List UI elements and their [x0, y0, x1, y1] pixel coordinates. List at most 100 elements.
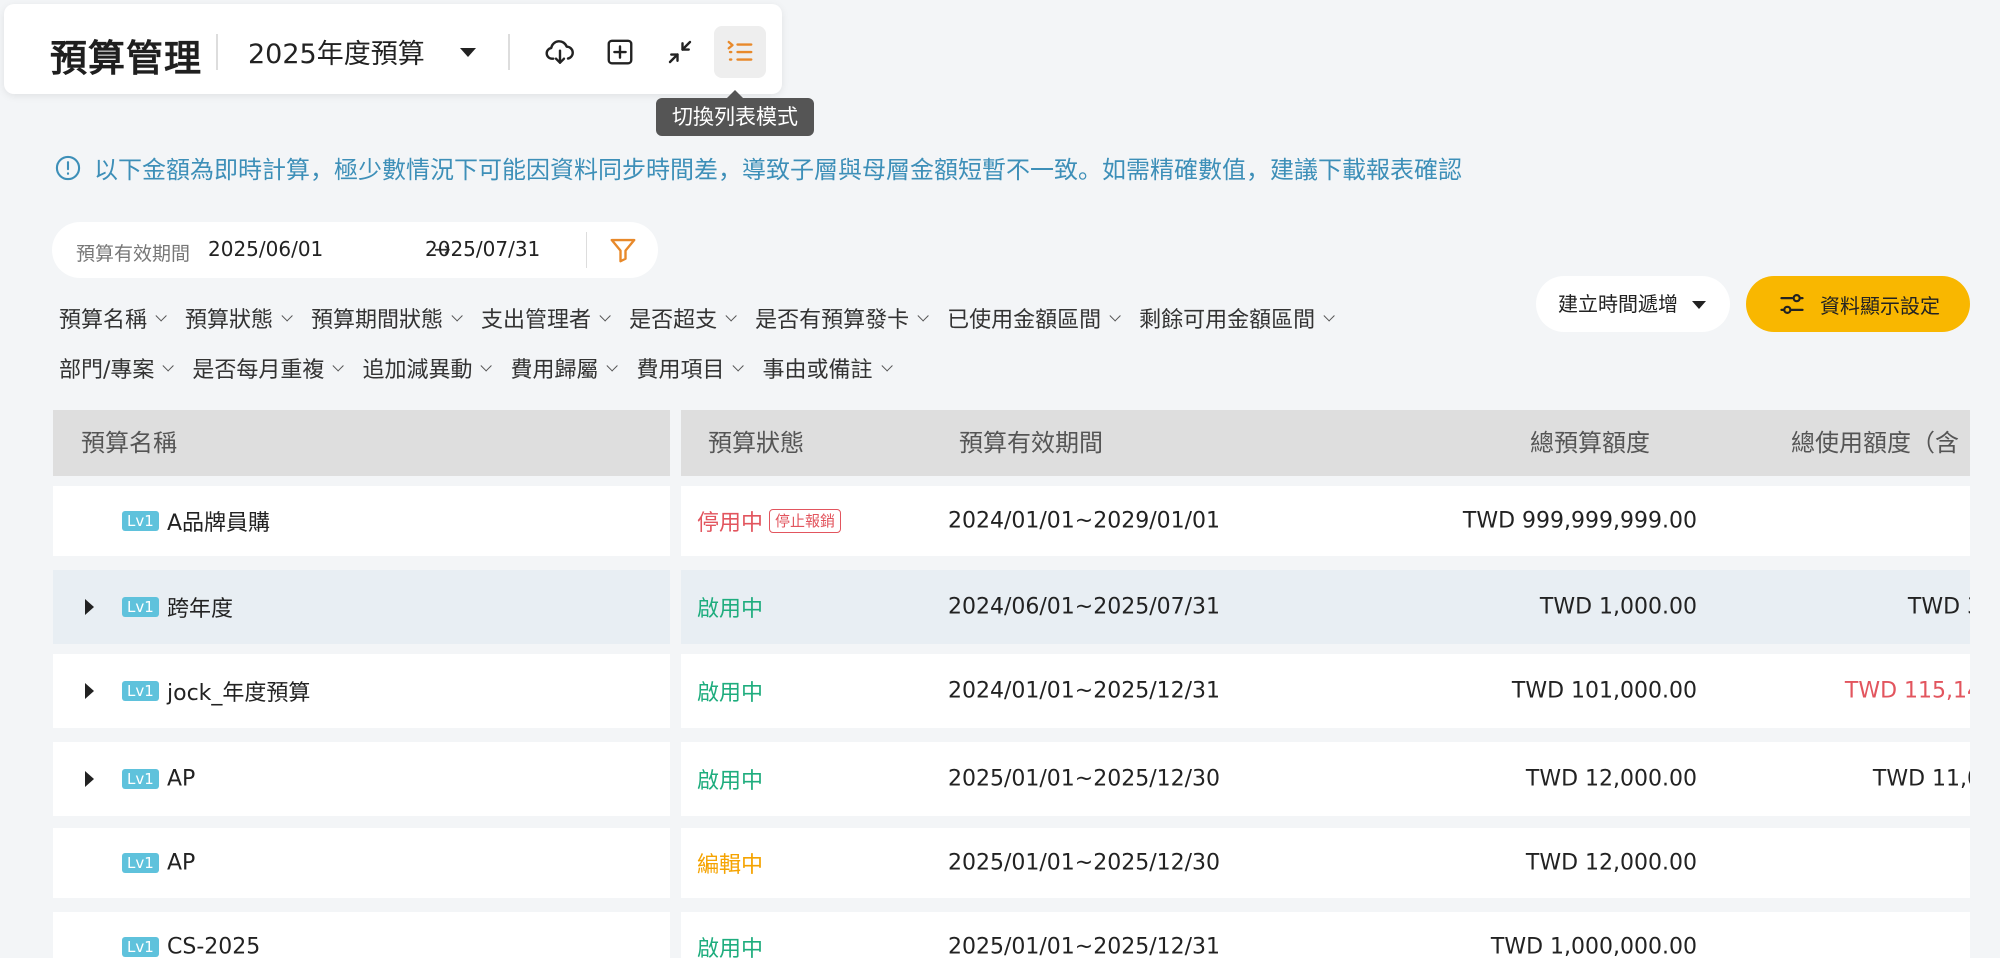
add-button[interactable] [594, 26, 646, 78]
level-badge: Lv1 [122, 937, 159, 957]
period-cell: 2025/01/01~2025/12/30 [948, 850, 1221, 876]
filter-chip[interactable]: 追加減異動 [362, 352, 493, 384]
status-cell: 啟用中 [697, 763, 763, 795]
chevron-down-icon [1109, 310, 1121, 322]
status-cell: 啟用中 [697, 675, 763, 707]
filter-chip-label: 支出管理者 [481, 308, 592, 333]
total-budget-cell: TWD 12,000.00 [1525, 766, 1697, 792]
status-text: 啟用中 [697, 681, 764, 706]
level-badge: Lv1 [122, 769, 159, 789]
status-text: 啟用中 [697, 937, 764, 958]
end-date-input[interactable]: 2025/07/31 [425, 237, 540, 261]
chevron-down-icon [725, 310, 737, 322]
filter-chip[interactable]: 預算期間狀態 [311, 302, 463, 334]
year-select[interactable]: 2025年度預算 [248, 32, 425, 71]
filter-chip[interactable]: 費用項目 [636, 352, 745, 384]
status-text: 停用中 [697, 511, 764, 536]
used-amount-cell: TWD 115,14 [1844, 678, 1970, 704]
table-row[interactable]: Lv1 跨年度 啟用中 2024/06/01~2025/07/31 TWD 1,000.… [0, 570, 2000, 644]
filter-chip-label: 已使用金額區間 [947, 308, 1102, 333]
filter-chip[interactable]: 已使用金額區間 [947, 302, 1121, 334]
budget-name[interactable]: A品牌員購 [167, 505, 270, 537]
table-header-right: 預算狀態 預算有效期間 總預算額度 總使用額度（含 [681, 410, 1970, 476]
chevron-down-icon [1323, 310, 1335, 322]
column-header-total[interactable]: 總預算額度 [1530, 410, 1650, 476]
expand-caret-icon[interactable] [85, 599, 94, 615]
filter-chip-label: 預算狀態 [185, 308, 274, 333]
chevron-down-icon [451, 310, 463, 322]
display-settings-button[interactable]: 資料顯示設定 [1746, 276, 1970, 332]
row-detail-cell: 啟用中 2024/06/01~2025/07/31 TWD 1,000.00 TWD … [681, 570, 1970, 644]
status-text: 啟用中 [697, 597, 764, 622]
level-badge: Lv1 [122, 597, 159, 617]
filter-chip[interactable]: 是否每月重複 [192, 352, 345, 384]
used-amount-cell: TWD 3 [1907, 594, 1970, 620]
table-row[interactable]: Lv1 AP 編輯中 2025/01/01~2025/12/30 TWD 12,000.… [0, 828, 2000, 898]
start-date-input[interactable]: 2025/06/01 [208, 237, 323, 261]
filter-chip-label: 費用歸屬 [510, 358, 599, 383]
filter-chip[interactable]: 部門/專案 [59, 352, 175, 384]
row-name-cell: Lv1 A品牌員購 [53, 486, 670, 556]
table-row[interactable]: Lv1 jock_年度預算 啟用中 2024/01/01~2025/12/31 TWD … [0, 654, 2000, 728]
total-budget-cell: TWD 999,999,999.00 [1462, 508, 1697, 534]
status-text: 編輯中 [697, 853, 764, 878]
row-detail-cell: 啟用中 2024/01/01~2025/12/31 TWD 101,000.00 TW… [681, 654, 1970, 728]
total-budget-cell: TWD 1,000.00 [1539, 594, 1697, 620]
filter-chip-label: 追加減異動 [362, 358, 473, 383]
filter-icon[interactable] [608, 235, 638, 269]
period-cell: 2024/01/01~2029/01/01 [948, 508, 1221, 534]
filter-row-1: 預算名稱 預算狀態 預算期間狀態 支出管理者 是否超支 是否有預算發卡 已使用金額區間 剩餘可… [59, 302, 1353, 334]
chevron-down-icon [732, 360, 745, 372]
header-card: 預算管理 2025年度預算 [4, 4, 782, 94]
filter-chip[interactable]: 是否有預算發卡 [755, 302, 929, 334]
chevron-down-icon [281, 310, 293, 322]
filter-chip[interactable]: 費用歸屬 [510, 352, 619, 384]
filter-chip[interactable]: 預算狀態 [185, 302, 293, 334]
used-amount-cell: TWD 11,0 [1872, 766, 1970, 792]
row-name-cell: Lv1 AP [53, 742, 670, 816]
display-settings-label: 資料顯示設定 [1820, 293, 1940, 318]
notice-text: 以下金額為即時計算，極少數情況下可能因資料同步時間差，導致子層與母層金額短暫不一… [94, 156, 1462, 184]
filter-chip[interactable]: 支出管理者 [481, 302, 611, 334]
row-name-cell: Lv1 CS-2025 [53, 912, 670, 958]
level-badge: Lv1 [122, 681, 159, 701]
filter-chip-label: 事由或備註 [762, 358, 873, 383]
filter-chip-label: 是否超支 [629, 308, 718, 333]
budget-name[interactable]: jock_年度預算 [167, 675, 310, 707]
filter-chip[interactable]: 是否超支 [629, 302, 737, 334]
filter-chip[interactable]: 預算名稱 [59, 302, 167, 334]
plus-square-icon [607, 39, 633, 65]
row-name-cell: Lv1 jock_年度預算 [53, 654, 670, 728]
expand-caret-icon[interactable] [85, 683, 94, 699]
column-header-name[interactable]: 預算名稱 [81, 410, 177, 476]
chevron-down-icon [1692, 301, 1706, 309]
filter-chip[interactable]: 剩餘可用金額區間 [1139, 302, 1335, 334]
column-header-status[interactable]: 預算狀態 [708, 410, 804, 476]
info-icon [54, 154, 82, 182]
period-cell: 2024/06/01~2025/07/31 [948, 594, 1221, 620]
level-badge: Lv1 [122, 511, 159, 531]
filter-chip[interactable]: 事由或備註 [762, 352, 893, 384]
expand-caret-icon[interactable] [85, 771, 94, 787]
filter-chip-label: 預算名稱 [59, 308, 148, 333]
collapse-button[interactable] [654, 26, 706, 78]
filter-chip-label: 費用項目 [636, 358, 725, 383]
filter-chip-label: 是否每月重複 [192, 358, 325, 383]
table-row[interactable]: Lv1 CS-2025 啟用中 2025/01/01~2025/12/31 TWD 1,… [0, 912, 2000, 958]
list-mode-button[interactable] [714, 26, 766, 78]
budget-name[interactable]: AP [167, 767, 195, 792]
column-header-used[interactable]: 總使用額度（含 [1791, 410, 1959, 476]
table-row[interactable]: Lv1 A品牌員購 停用中 停止報銷 2024/01/01~2029/01/01 TWD … [0, 486, 2000, 556]
budget-name[interactable]: AP [167, 851, 195, 876]
sort-select[interactable]: 建立時間遞增 [1536, 276, 1730, 332]
table-row[interactable]: Lv1 AP 啟用中 2025/01/01~2025/12/30 TWD 12,000.… [0, 742, 2000, 816]
chevron-down-icon [162, 360, 175, 372]
budget-name[interactable]: 跨年度 [167, 591, 233, 623]
budget-name[interactable]: CS-2025 [167, 935, 260, 958]
chevron-down-icon[interactable] [460, 48, 476, 57]
download-cloud-button[interactable] [534, 26, 586, 78]
header-divider [508, 34, 510, 70]
column-header-period[interactable]: 預算有效期間 [959, 410, 1103, 476]
chevron-down-icon [480, 360, 493, 372]
sort-label: 建立時間遞增 [1558, 292, 1678, 316]
